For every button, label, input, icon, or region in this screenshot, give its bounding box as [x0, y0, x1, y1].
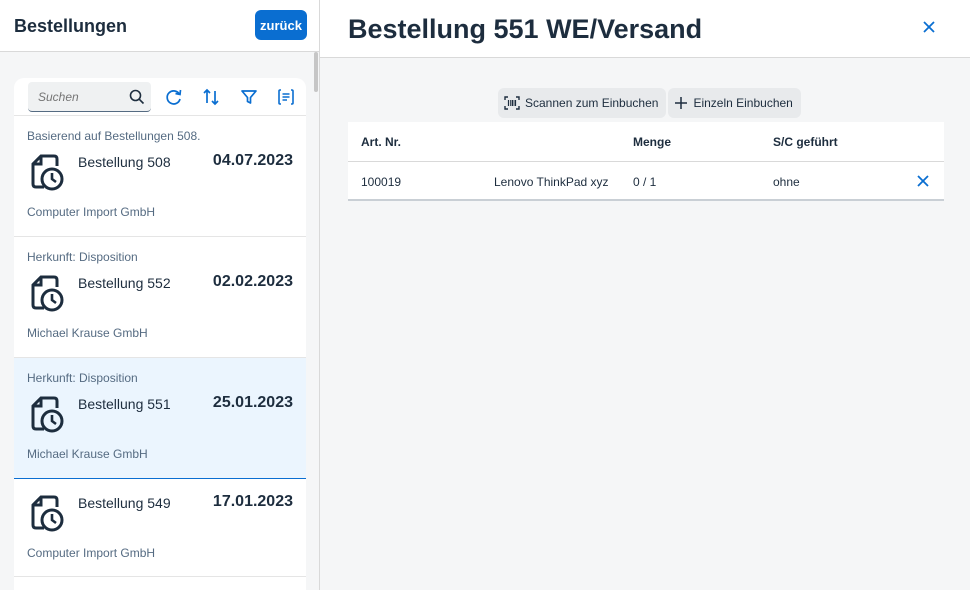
scan-book-label: Scannen zum Einbuchen [525, 96, 659, 110]
single-book-button[interactable]: Einzeln Einbuchen [668, 88, 801, 118]
detail-title: Bestellung 551 WE/Versand [348, 14, 703, 44]
col-header-menge[interactable]: Menge [633, 135, 671, 149]
cell-description: Lenovo ThinkPad xyz [494, 175, 609, 189]
item-supplier: Computer Import GmbH [27, 205, 156, 219]
item-origin: Herkunft: Disposition [27, 250, 138, 264]
cell-menge: 0 / 1 [633, 175, 657, 189]
item-date: 02.02.2023 [212, 273, 293, 290]
item-date: 25.01.2023 [212, 394, 293, 411]
item-origin: Herkunft: Disposition [27, 371, 138, 385]
scrollbar[interactable] [314, 52, 318, 92]
search-field[interactable] [28, 82, 151, 112]
master-title: Bestellungen [14, 16, 128, 36]
group-icon[interactable] [276, 87, 296, 107]
scan-book-button[interactable]: Scannen zum Einbuchen [498, 88, 667, 118]
col-header-art-nr[interactable]: Art. Nr. [361, 135, 401, 149]
order-list-item-selected[interactable]: Herkunft: Disposition Bestellung 551 25.… [14, 358, 306, 479]
cell-sc: ohne [773, 175, 800, 189]
item-origin: Basierend auf Bestellungen 508. [27, 129, 201, 143]
back-button[interactable]: zurück [255, 10, 307, 40]
order-list-item[interactable]: Basierend auf Bestellungen 508. Bestellu… [14, 116, 306, 237]
list-toolbar [14, 78, 306, 116]
plus-icon [675, 97, 688, 109]
delete-row-icon[interactable] [916, 174, 930, 188]
item-supplier: Computer Import GmbH [27, 546, 156, 560]
item-date: 04.07.2023 [212, 152, 293, 169]
item-date: 17.01.2023 [212, 493, 293, 510]
order-pending-icon [31, 154, 64, 191]
search-input[interactable] [38, 88, 123, 106]
master-header: Bestellungen zurück [0, 0, 319, 52]
item-supplier: Michael Krause GmbH [27, 447, 148, 461]
table-header: Art. Nr. Menge S/C geführt [348, 122, 944, 162]
item-name: Bestellung 551 [78, 396, 171, 412]
refresh-icon[interactable] [164, 87, 184, 107]
table-row[interactable]: 100019 Lenovo ThinkPad xyz 0 / 1 ohne [348, 162, 944, 201]
search-icon[interactable] [129, 89, 145, 105]
single-book-label: Einzeln Einbuchen [693, 96, 793, 110]
order-pending-icon [31, 396, 64, 433]
item-name: Bestellung 549 [78, 495, 171, 511]
close-icon[interactable] [918, 16, 940, 38]
col-header-sc[interactable]: S/C geführt [773, 135, 838, 149]
order-list: Basierend auf Bestellungen 508. Bestellu… [14, 78, 306, 590]
order-pending-icon [31, 275, 64, 312]
cell-art-nr: 100019 [361, 175, 402, 189]
order-list-item[interactable]: Bestellung 549 17.01.2023 Computer Impor… [14, 479, 306, 577]
barcode-scan-icon [504, 96, 520, 110]
master-panel: Bestellungen zurück Basierend auf Bestel… [0, 0, 320, 590]
item-name: Bestellung 508 [78, 154, 171, 170]
order-list-item[interactable]: Herkunft: Disposition Bestellung 552 02.… [14, 237, 306, 358]
sort-icon[interactable] [201, 87, 221, 107]
item-name: Bestellung 552 [78, 275, 171, 291]
order-pending-icon [31, 495, 64, 532]
detail-panel: Bestellung 551 WE/Versand Scannen zum Ei… [320, 0, 970, 590]
detail-header: Bestellung 551 WE/Versand [320, 0, 970, 58]
item-supplier: Michael Krause GmbH [27, 326, 148, 340]
filter-icon[interactable] [239, 87, 259, 107]
action-bar: Scannen zum Einbuchen Einzeln Einbuchen [498, 88, 801, 118]
items-table: Art. Nr. Menge S/C geführt 100019 Lenovo… [348, 122, 944, 201]
